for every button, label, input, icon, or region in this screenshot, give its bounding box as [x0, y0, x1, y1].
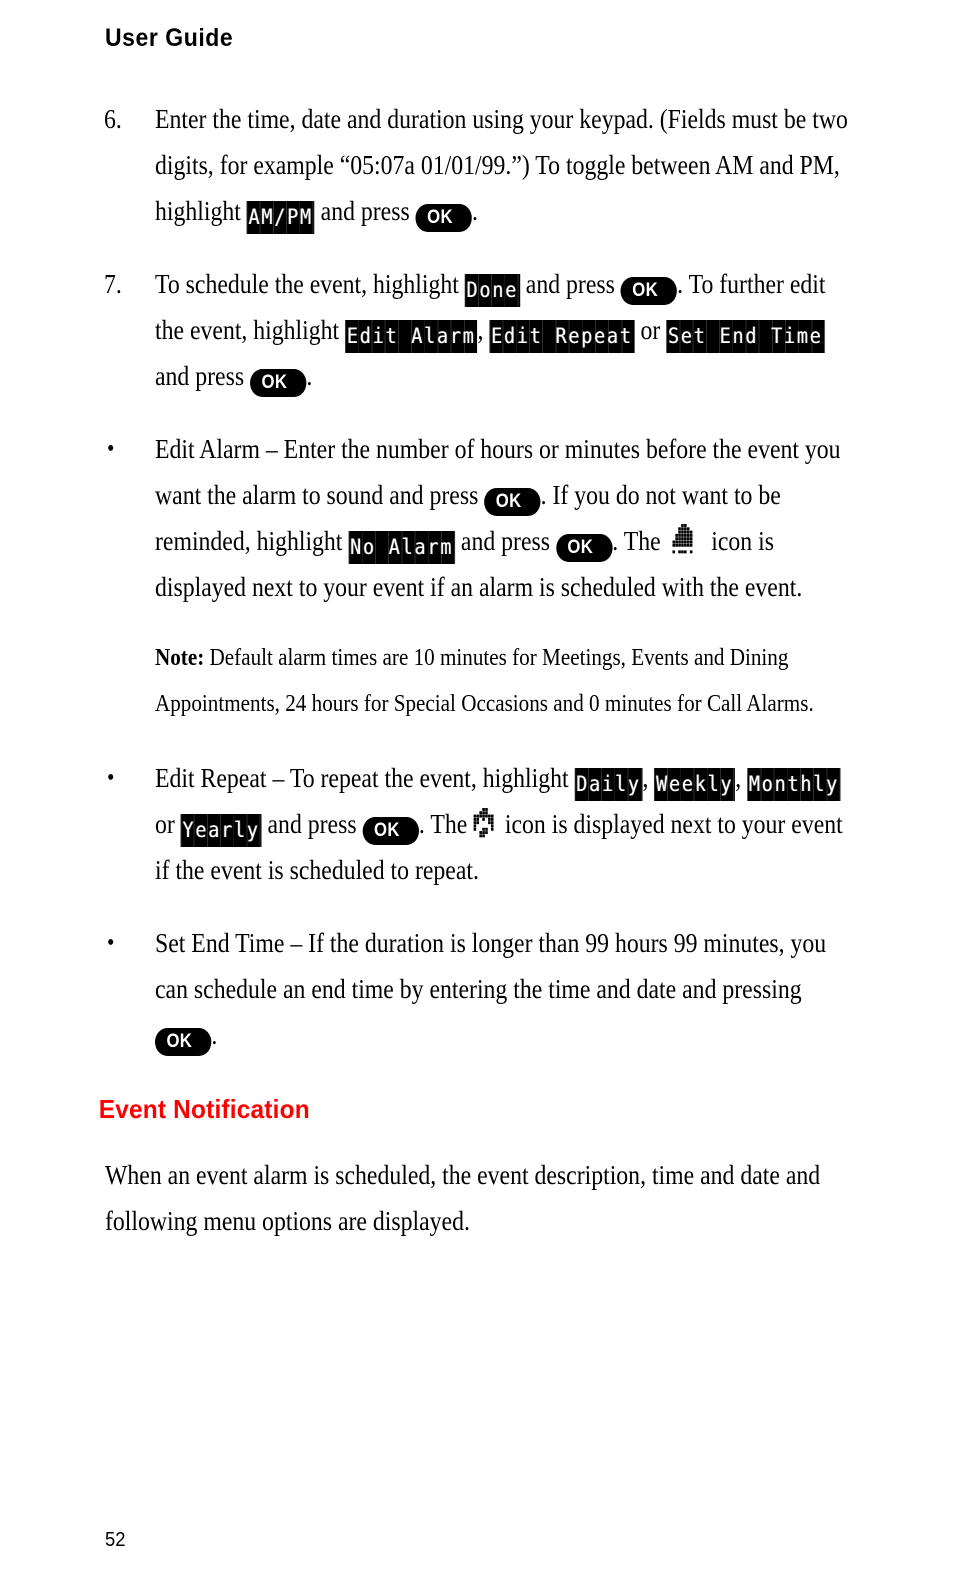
bullet-list-part-1: • Edit Alarm – Enter the number of hours … [0, 426, 954, 610]
body-text-run: . The [418, 809, 474, 839]
lcd-menu-label[interactable]: Weekly [654, 768, 736, 801]
list-bullet-marker: • [107, 436, 115, 462]
note-block: Note: Default alarm times are 10 minutes… [0, 635, 954, 727]
ok-key-button[interactable]: OK [250, 369, 307, 397]
step-schedule-or-edit-event: 7. To schedule the event, highlight Done … [0, 261, 954, 399]
running-header-title: User Guide [105, 24, 234, 52]
numbered-step-list: 6. Enter the time, date and duration usin… [0, 96, 954, 399]
note-body: Default alarm times are 10 minutes for M… [155, 645, 814, 717]
section-body-text: When an event alarm is scheduled, the ev… [105, 1160, 821, 1236]
body-text-run: or [155, 809, 181, 839]
bullet-edit-repeat: • Edit Repeat – To repeat the event, high… [0, 755, 954, 893]
section-heading-event-notification: Event Notification [98, 1094, 310, 1124]
bullet-list-part-2: • Edit Repeat – To repeat the event, high… [0, 755, 954, 1058]
lcd-menu-label[interactable]: Edit Repeat [489, 320, 635, 353]
body-text-run: or [634, 315, 667, 345]
body-text-run: and press [454, 526, 556, 556]
body-text-run: , [642, 763, 655, 793]
body-text-run: To schedule the event, highlight [155, 269, 465, 299]
list-bullet-marker: • [107, 765, 115, 791]
body-text-run: , [735, 763, 748, 793]
bullet-set-end-time: • Set End Time – If the duration is longe… [0, 920, 954, 1058]
list-item-text: Edit Repeat – To repeat the event, highl… [155, 755, 854, 893]
lcd-menu-label[interactable]: Set End Time [666, 320, 825, 353]
lcd-menu-label[interactable]: No Alarm [348, 531, 455, 564]
lcd-menu-label[interactable]: Done [464, 274, 520, 307]
body-text-run: Edit Repeat – To repeat the event, highl… [155, 763, 575, 793]
body-text-run: Set End Time – If the duration is longer… [155, 928, 827, 1004]
body-text-run: and press [261, 809, 363, 839]
list-number-marker: 6. [104, 104, 122, 134]
list-item-text: Enter the time, date and duration using … [155, 96, 854, 234]
body-text-run: and press [519, 269, 621, 299]
document-page: User Guide 6. Enter the time, date and du… [0, 0, 954, 1590]
list-item-text: To schedule the event, highlight Done an… [155, 261, 854, 399]
body-text-run: . [471, 196, 478, 226]
section-paragraph-wrapper: When an event alarm is scheduled, the ev… [0, 1152, 954, 1244]
ok-key-button[interactable]: OK [155, 1028, 212, 1056]
body-text-run: and press [314, 196, 416, 226]
ok-key-button[interactable]: OK [415, 204, 472, 232]
body-text-run: . [306, 361, 313, 391]
list-item-text: Set End Time – If the duration is longer… [155, 920, 854, 1058]
body-text-run: . The [612, 526, 667, 556]
repeat-cycle-pixel-icon [473, 806, 501, 838]
ok-key-button[interactable]: OK [555, 534, 613, 562]
lcd-menu-label[interactable]: Edit Alarm [345, 320, 478, 353]
alarm-bell-pixel-icon [672, 522, 699, 554]
body-text-run: , [477, 315, 490, 345]
body-text-run: and press [155, 361, 251, 391]
ok-key-button[interactable]: OK [484, 488, 541, 516]
bullet-edit-alarm: • Edit Alarm – Enter the number of hours … [0, 426, 954, 610]
note-text: Note: Default alarm times are 10 minutes… [155, 635, 859, 727]
body-text-run: . [211, 1020, 218, 1050]
page-content: 6. Enter the time, date and duration usin… [0, 96, 954, 1254]
list-bullet-marker: • [107, 930, 115, 956]
ok-key-button[interactable]: OK [620, 277, 678, 305]
step-enter-time-date-duration: 6. Enter the time, date and duration usin… [0, 96, 954, 234]
list-item-text: Edit Alarm – Enter the number of hours o… [155, 426, 854, 610]
lcd-menu-label[interactable]: AM/PM [246, 201, 315, 234]
note-label: Note: [155, 645, 205, 671]
page-number: 52 [105, 1529, 126, 1551]
lcd-menu-label[interactable]: Daily [574, 768, 643, 801]
lcd-menu-label[interactable]: Monthly [747, 768, 841, 801]
list-number-marker: 7. [104, 269, 122, 299]
ok-key-button[interactable]: OK [362, 817, 419, 845]
lcd-menu-label[interactable]: Yearly [180, 814, 262, 847]
